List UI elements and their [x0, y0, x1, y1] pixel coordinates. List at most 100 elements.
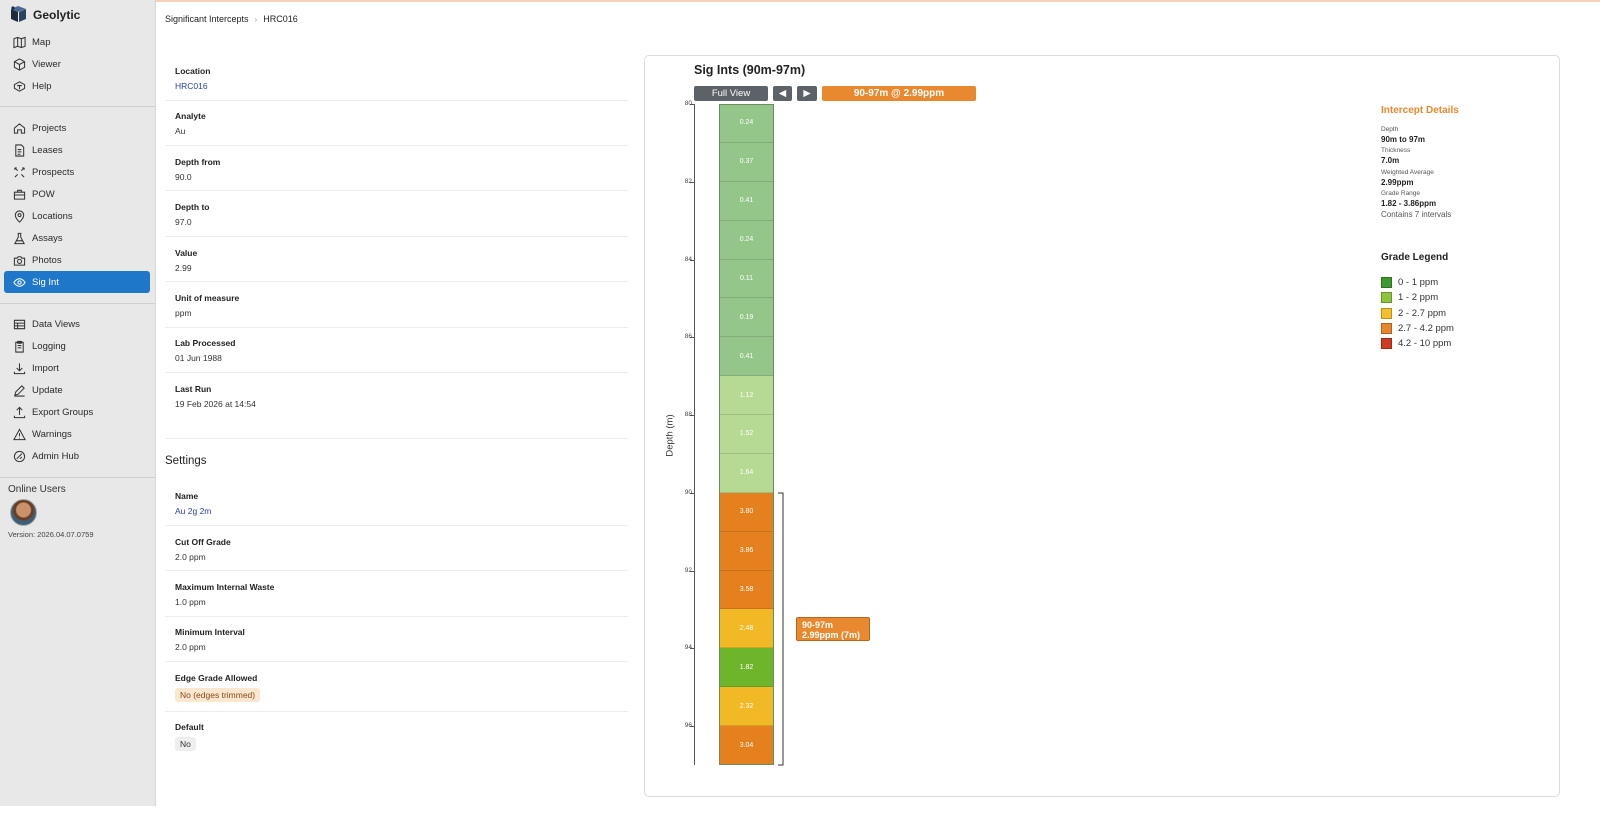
field-divider: [165, 616, 628, 617]
legend-item: 2.7 - 4.2 ppm: [1381, 322, 1454, 334]
breadcrumb-parent[interactable]: Significant Intercepts: [165, 14, 249, 24]
field-value: 97.0: [175, 217, 192, 227]
eye-icon: [4, 271, 32, 293]
field-value: 2.99: [175, 263, 192, 273]
y-tick-label: 90: [684, 488, 692, 496]
online-users-label: Online Users: [8, 484, 66, 495]
sidebar-item-warnings[interactable]: Warnings: [4, 423, 150, 445]
sidebar-item-photos[interactable]: Photos: [4, 249, 150, 271]
sidebar-item-export-groups[interactable]: Export Groups: [4, 401, 150, 423]
legend-label: 2.7 - 4.2 ppm: [1398, 322, 1454, 334]
field-label: Depth from: [175, 157, 221, 167]
sidebar-item-label: Sig Int: [32, 276, 59, 288]
next-intercept-button[interactable]: ▶: [797, 86, 817, 101]
sidebar-item-viewer[interactable]: Viewer: [4, 53, 150, 75]
field-divider: [165, 327, 628, 328]
field-label: Depth to: [175, 202, 210, 212]
document-icon: [4, 139, 32, 161]
field-last-run: Last Run 19 Feb 2026 at 14:54: [175, 384, 256, 409]
sidebar-item-help[interactable]: Help: [4, 75, 150, 97]
breadcrumb-current: HRC016: [263, 14, 298, 24]
sidebar-item-admin-hub[interactable]: Admin Hub: [4, 445, 150, 467]
clipboard-icon: [4, 335, 32, 357]
sidebar-item-import[interactable]: Import: [4, 357, 150, 379]
sidebar-item-projects[interactable]: Projects: [4, 117, 150, 139]
field-divider: [165, 525, 628, 526]
sidebar-item-logging[interactable]: Logging: [4, 335, 150, 357]
field-divider: [165, 711, 628, 712]
version-text: Version: 2026.04.07.0759: [8, 530, 94, 539]
sidebar-item-label: Viewer: [32, 58, 61, 70]
app-name: Geolytic: [33, 7, 81, 22]
field-label: Last Run: [175, 384, 212, 394]
legend-swatch: [1381, 307, 1392, 319]
legend-label: 2 - 2.7 ppm: [1398, 307, 1447, 319]
chevron-right-icon: ›: [254, 14, 258, 24]
intervals-count-note: Contains 7 intervals: [1381, 210, 1452, 219]
field-depth-to: Depth to 97.0: [175, 202, 209, 227]
pin-icon: [4, 205, 32, 227]
y-tick-label: 88: [684, 411, 692, 419]
field-unit: Unit of measure ppm: [175, 293, 239, 318]
legend-swatch: [1381, 292, 1392, 304]
field-label: Analyte: [175, 111, 206, 121]
sidebar-item-assays[interactable]: Assays: [4, 227, 150, 249]
field-divider: [165, 570, 628, 571]
sidebar-item-data-views[interactable]: Data Views: [4, 313, 150, 335]
location-link[interactable]: HRC016: [175, 81, 210, 91]
app-logo[interactable]: Geolytic: [10, 6, 80, 23]
default-badge: No: [175, 737, 196, 751]
setting-name-link[interactable]: Au 2g 2m: [175, 506, 211, 516]
field-label: Name: [175, 491, 199, 501]
sidebar-item-leases[interactable]: Leases: [4, 139, 150, 161]
legend-swatch: [1381, 277, 1392, 288]
sidebar-item-label: Logging: [32, 340, 66, 352]
field-value: 90.0: [175, 172, 192, 182]
y-tick-label: 82: [684, 177, 692, 185]
field-divider: [165, 190, 628, 191]
intercept-label: 90-97m 2.99ppm (7m): [796, 617, 870, 641]
y-tick-label: 96: [684, 722, 692, 730]
sidebar-item-label: Warnings: [32, 428, 72, 440]
sidebar-item-label: Import: [32, 362, 59, 374]
table-icon: [4, 313, 32, 335]
field-value: 2.0 ppm: [175, 642, 206, 652]
sidebar-item-label: Prospects: [32, 166, 75, 178]
field-value: Au: [175, 126, 186, 136]
upload-icon: [4, 401, 32, 423]
field-setting-name: Name Au 2g 2m: [175, 491, 211, 516]
sidebar-item-update[interactable]: Update: [4, 379, 150, 401]
sidebar-item-label: Data Views: [32, 318, 80, 330]
intercept-label-grade: 2.99ppm (7m): [802, 630, 861, 640]
intercept-summary-button[interactable]: 90-97m @ 2.99ppm: [822, 86, 976, 101]
field-lab-processed: Lab Processed 01 Jun 1988: [175, 338, 235, 363]
sidebar-divider: [0, 303, 155, 304]
legend-swatch: [1381, 322, 1392, 334]
breadcrumb: Significant Intercepts › HRC016: [165, 14, 298, 24]
y-tick-label: 84: [684, 255, 692, 263]
field-depth-from: Depth from 90.0: [175, 157, 220, 182]
previous-intercept-button[interactable]: ◀: [773, 86, 792, 101]
sidebar-item-sig-int[interactable]: Sig Int: [4, 271, 150, 293]
field-label: Default: [175, 722, 204, 732]
strip-border: [719, 104, 774, 765]
y-tick-label: 80: [684, 100, 692, 107]
sidebar-item-pow[interactable]: POW: [4, 183, 150, 205]
sidebar-item-map[interactable]: Map: [4, 31, 150, 53]
full-view-button[interactable]: Full View: [694, 86, 768, 101]
sidebar-item-locations[interactable]: Locations: [4, 205, 150, 227]
sidebar-divider: [0, 106, 155, 107]
intercept-label-range: 90-97m: [802, 620, 834, 630]
sidebar: Geolytic Map Viewer Help Projects Leases Pros…: [0, 0, 156, 806]
user-avatar[interactable]: [10, 499, 37, 526]
sidebar-item-label: Help: [32, 80, 52, 92]
briefcase-icon: [4, 183, 32, 205]
field-value: 19 Feb 2026 at 14:54: [175, 399, 256, 409]
warning-icon: [4, 423, 32, 445]
field-label: Cut Off Grade: [175, 537, 231, 547]
weighted-average-value: 2.99ppm: [1381, 178, 1414, 187]
flask-icon: [4, 227, 32, 249]
field-value: 1.0 ppm: [175, 597, 206, 607]
sidebar-item-prospects[interactable]: Prospects: [4, 161, 150, 183]
camera-icon: [4, 249, 32, 271]
